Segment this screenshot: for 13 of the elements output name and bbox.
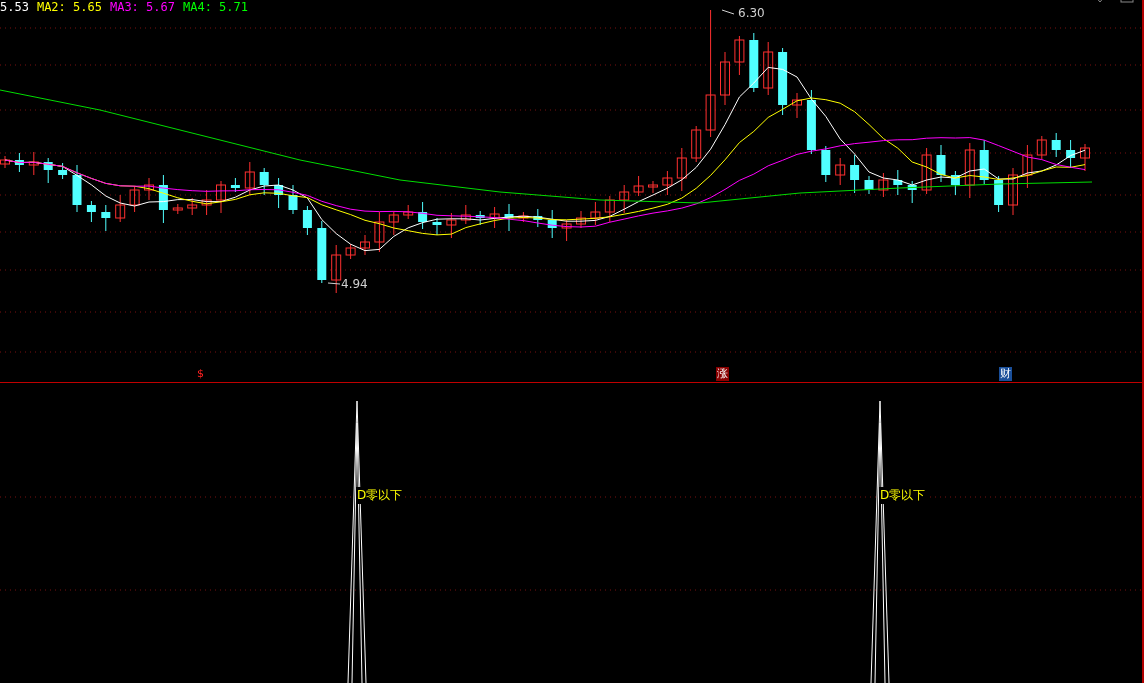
legend-value: 5.53 <box>0 0 29 14</box>
signal-marker: $ <box>196 367 205 381</box>
legend-value: MA3: 5.67 <box>109 0 175 14</box>
signal-marker: 财 <box>999 367 1012 381</box>
price-label: 4.94 <box>341 277 368 291</box>
indicator-label: D零以下 <box>879 487 927 504</box>
legend-value: MA4: 5.71 <box>182 0 248 14</box>
price-label: 6.30 <box>738 6 765 20</box>
leader-line <box>327 282 341 285</box>
leader-line <box>721 9 735 15</box>
indicator-label: D零以下 <box>356 487 404 504</box>
signal-marker: 涨 <box>716 367 729 381</box>
legend-value: MA2: 5.65 <box>36 0 102 14</box>
